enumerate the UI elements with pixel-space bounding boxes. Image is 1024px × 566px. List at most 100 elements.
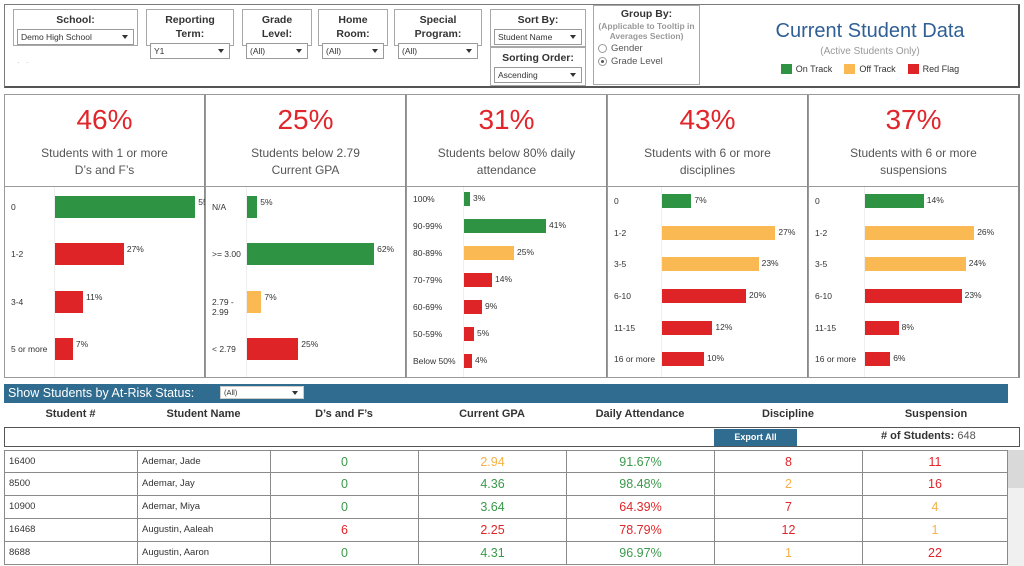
bar-off-track[interactable] — [662, 257, 759, 272]
student-number-cell: 10900 — [4, 496, 137, 518]
bar-red-flag[interactable] — [662, 320, 713, 335]
at-risk-dropdown[interactable]: (All) — [220, 386, 304, 399]
column-header-student-number[interactable]: Student # — [4, 404, 137, 426]
student-name-cell: Augustin, Aaron — [137, 542, 270, 564]
special-program-label: Special Program: — [414, 14, 462, 40]
ds-and-fs-cell: 6 — [270, 519, 418, 541]
reporting-term-value: Y1 — [154, 46, 165, 56]
table-toolbar: Export All # of Students: 648 — [4, 427, 1020, 447]
bar-off-track[interactable] — [865, 225, 975, 240]
bar-red-flag[interactable] — [247, 338, 299, 361]
sort-by-value: Student Name — [498, 32, 553, 42]
bar-value-label: 8% — [901, 321, 914, 332]
school-dropdown[interactable]: Demo High School — [17, 29, 134, 45]
student-number-cell: 16400 — [4, 451, 137, 472]
bar-red-flag[interactable] — [464, 273, 492, 287]
page-subtitle: (Active Students Only) — [820, 46, 920, 57]
column-header-current-gpa[interactable]: Current GPA — [418, 404, 566, 426]
category-label: 0 — [614, 195, 619, 206]
bar-on-track[interactable] — [464, 218, 546, 233]
category-label: 6-10 — [815, 290, 833, 301]
category-label: 11-15 — [815, 322, 837, 333]
suspension-cell: 4 — [862, 496, 1008, 518]
bar-off-track[interactable] — [464, 245, 514, 260]
bar-on-track[interactable] — [247, 195, 258, 218]
table-row[interactable]: 16468 Augustin, Aaleah 6 2.25 78.79% 12 1 — [4, 519, 1008, 542]
export-all-button[interactable]: Export All — [714, 429, 797, 446]
column-header-discipline[interactable]: Discipline — [714, 404, 862, 426]
bar-red-flag[interactable] — [55, 243, 124, 266]
column-header-student-name[interactable]: Student Name — [137, 404, 270, 426]
category-label: 100% — [413, 193, 435, 204]
table-row[interactable]: 8500 Ademar, Jay 0 4.36 98.48% 2 16 — [4, 473, 1008, 496]
bar-off-track[interactable] — [662, 225, 776, 240]
column-header-suspension[interactable]: Suspension — [862, 404, 1010, 426]
bar-red-flag[interactable] — [662, 288, 746, 303]
bar-red-flag[interactable] — [464, 354, 472, 369]
category-label: 70-79% — [413, 275, 443, 285]
chevron-down-icon — [570, 35, 576, 39]
category-label: 11-15 — [614, 322, 636, 333]
column-header-ds-and-fs[interactable]: D’s and F’s — [270, 404, 418, 426]
bar-value-label: 9% — [485, 301, 498, 312]
student-name-cell: Ademar, Jay — [137, 473, 270, 495]
dashboard-header: Current Student Data (Active Students On… — [720, 18, 1020, 74]
gpa-cell: 4.31 — [418, 542, 566, 564]
category-label: 16 or more — [614, 354, 656, 365]
table-scrollbar[interactable] — [1008, 450, 1024, 566]
bar-on-track[interactable] — [247, 243, 375, 266]
bar-red-flag[interactable] — [662, 352, 704, 367]
metric-panel-ds-and-fs: 46% Students with 1 or more D’s and F’s 0 5… — [4, 94, 215, 378]
kpi-value: 43% — [679, 104, 736, 135]
sort-by-dropdown[interactable]: Student Name — [494, 29, 582, 45]
table-row[interactable]: 8688 Augustin, Aaron 0 4.31 96.97% 1 22 — [4, 542, 1008, 565]
at-risk-label: Show Students by At-Risk Status: — [8, 386, 195, 400]
category-label: >= 3.00 — [212, 249, 241, 260]
group-by-grade-level-radio[interactable]: Grade Level — [598, 56, 695, 67]
legend-red-flag: Red Flag — [907, 64, 959, 74]
bar-value-label: 25% — [301, 339, 319, 350]
home-room-dropdown[interactable]: (All) — [322, 43, 384, 59]
group-by-panel: Group By: (Applicable to Tooltip in Aver… — [593, 5, 700, 85]
bar-on-track[interactable] — [662, 193, 692, 208]
category-label: 1-2 — [815, 227, 828, 238]
category-label: 3-5 — [614, 259, 627, 270]
category-label: 3-5 — [815, 259, 828, 270]
bar-red-flag[interactable] — [865, 288, 962, 303]
table-row[interactable]: 10900 Ademar, Miya 0 3.64 64.39% 7 4 — [4, 496, 1008, 519]
bar-red-flag[interactable] — [55, 290, 84, 313]
scrollbar-thumb[interactable] — [1008, 450, 1024, 488]
grade-level-filter: Grade Level: (All) — [242, 9, 312, 59]
chevron-down-icon — [466, 49, 472, 53]
group-by-gender-radio[interactable]: Gender — [598, 43, 695, 54]
home-room-filter: Home Room: (All) — [318, 9, 388, 59]
discipline-cell: 7 — [714, 496, 862, 518]
student-name-cell: Augustin, Aaleah — [137, 519, 270, 541]
bar-red-flag[interactable] — [865, 352, 891, 367]
bar-value-label: 14% — [495, 274, 513, 284]
bar-value-label: 26% — [977, 226, 995, 237]
kpi-description: Students with 6 or more disciplines — [644, 146, 771, 177]
category-label: 16 or more — [815, 354, 857, 365]
bar-on-track[interactable] — [865, 193, 924, 208]
bar-off-track[interactable] — [247, 290, 262, 313]
bar-red-flag[interactable] — [464, 327, 474, 342]
sorting-order-dropdown[interactable]: Ascending — [494, 67, 582, 83]
bar-red-flag[interactable] — [464, 300, 482, 315]
discipline-cell: 1 — [714, 542, 862, 564]
student-count-value: 648 — [957, 430, 976, 442]
special-program-dropdown[interactable]: (All) — [398, 43, 478, 59]
kpi-value: 37% — [885, 104, 942, 135]
at-risk-value: (All) — [224, 388, 238, 397]
at-risk-filter-bar: Show Students by At-Risk Status: (All) — [4, 384, 1008, 403]
bar-off-track[interactable] — [865, 257, 966, 272]
bar-red-flag[interactable] — [55, 338, 73, 361]
bar-value-label: 5% — [260, 196, 273, 207]
grade-level-dropdown[interactable]: (All) — [246, 43, 308, 59]
reporting-term-dropdown[interactable]: Y1 — [150, 43, 230, 59]
bar-on-track[interactable] — [55, 195, 196, 218]
column-header-daily-attendance[interactable]: Daily Attendance — [566, 404, 714, 426]
bar-red-flag[interactable] — [865, 320, 899, 335]
bar-on-track[interactable] — [464, 191, 470, 206]
table-row[interactable]: 16400 Ademar, Jade 0 2.94 91.67% 8 11 — [4, 450, 1008, 473]
